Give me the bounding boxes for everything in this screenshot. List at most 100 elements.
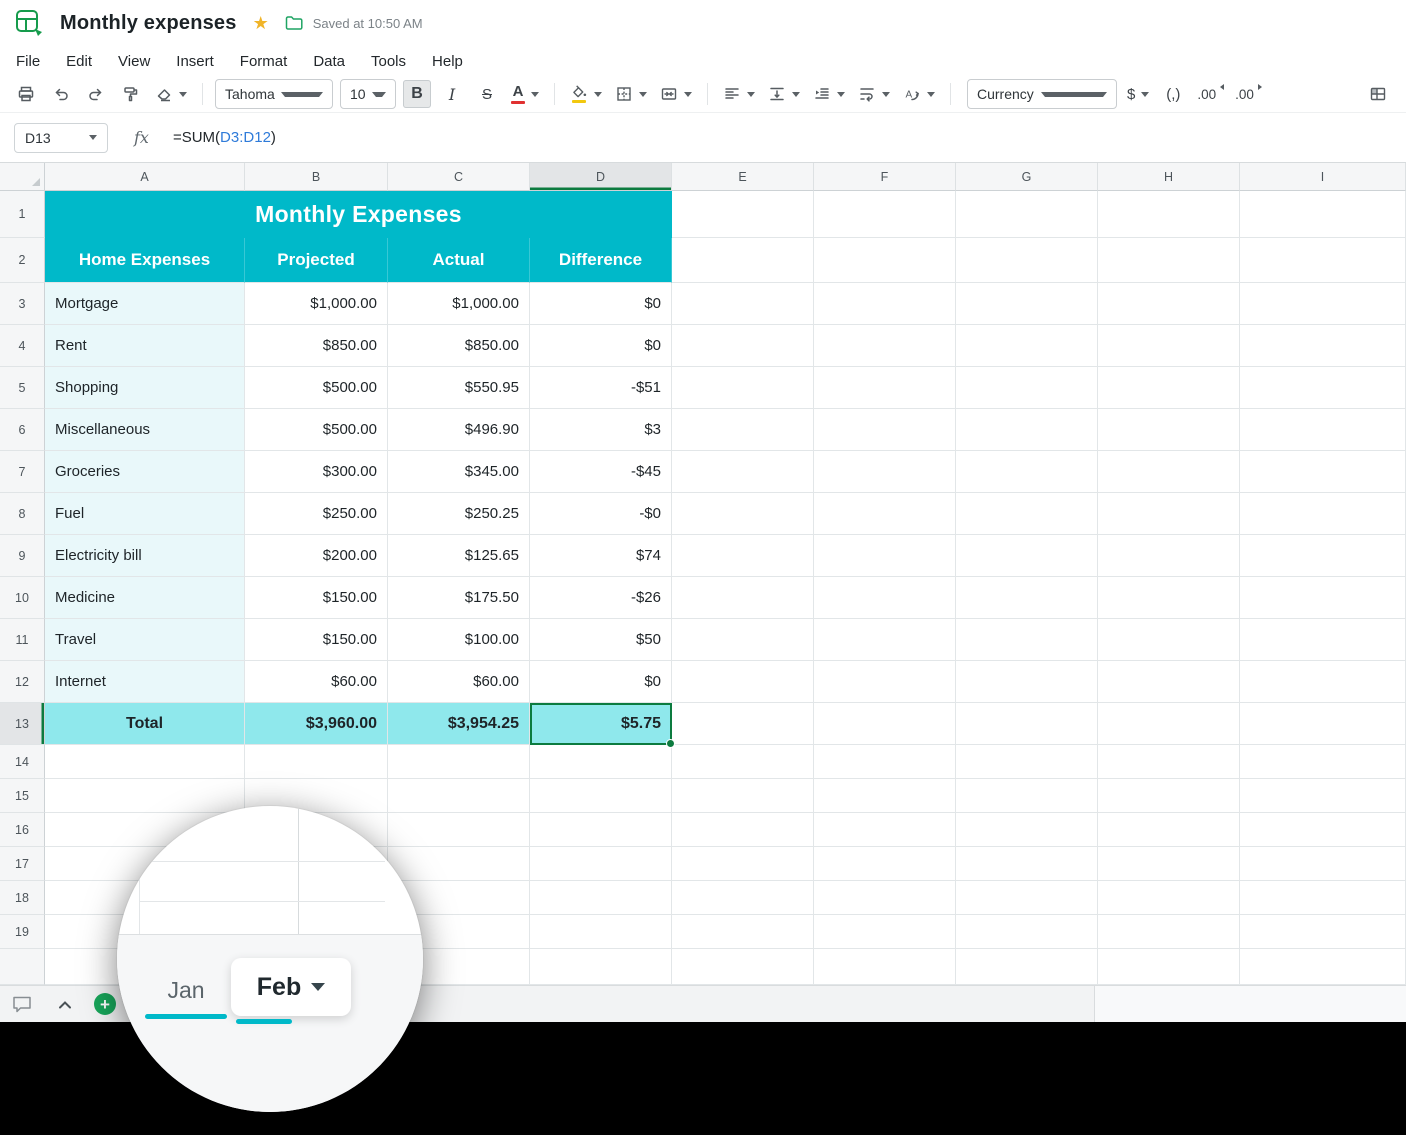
cell-I15[interactable] bbox=[1240, 779, 1406, 813]
cell-C16[interactable] bbox=[388, 813, 530, 847]
cell-G3[interactable] bbox=[956, 283, 1098, 325]
cell-B4[interactable]: $850.00 bbox=[245, 325, 388, 367]
cell-I9[interactable] bbox=[1240, 535, 1406, 577]
cell-E13[interactable] bbox=[672, 703, 814, 745]
cell-H19[interactable] bbox=[1098, 915, 1240, 949]
cell-C5[interactable]: $550.95 bbox=[388, 367, 530, 409]
row-header-17[interactable]: 17 bbox=[0, 847, 45, 881]
row-header-8[interactable]: 8 bbox=[0, 493, 45, 535]
cell-G5[interactable] bbox=[956, 367, 1098, 409]
cell-G20[interactable] bbox=[956, 949, 1098, 985]
horizontal-scrollbar[interactable] bbox=[1094, 986, 1406, 1022]
cell-G16[interactable] bbox=[956, 813, 1098, 847]
col-header-D[interactable]: D bbox=[530, 163, 672, 191]
cell-C3[interactable]: $1,000.00 bbox=[388, 283, 530, 325]
cell-I14[interactable] bbox=[1240, 745, 1406, 779]
cell-D4[interactable]: $0 bbox=[530, 325, 672, 367]
cell-D5[interactable]: -$51 bbox=[530, 367, 672, 409]
cell-F3[interactable] bbox=[814, 283, 956, 325]
cell-F10[interactable] bbox=[814, 577, 956, 619]
cell-E17[interactable] bbox=[672, 847, 814, 881]
cell-G17[interactable] bbox=[956, 847, 1098, 881]
cell-A13[interactable]: Total bbox=[45, 703, 245, 745]
cell-F4[interactable] bbox=[814, 325, 956, 367]
cell-D9[interactable]: $74 bbox=[530, 535, 672, 577]
cell-E19[interactable] bbox=[672, 915, 814, 949]
cell-I11[interactable] bbox=[1240, 619, 1406, 661]
row-header-3[interactable]: 3 bbox=[0, 283, 45, 325]
row-header-19[interactable]: 19 bbox=[0, 915, 45, 949]
cell-C13[interactable]: $3,954.25 bbox=[388, 703, 530, 745]
cell-F9[interactable] bbox=[814, 535, 956, 577]
cell-F5[interactable] bbox=[814, 367, 956, 409]
cell-B3[interactable]: $1,000.00 bbox=[245, 283, 388, 325]
cell-H18[interactable] bbox=[1098, 881, 1240, 915]
cell-C6[interactable]: $496.90 bbox=[388, 409, 530, 451]
cell-D10[interactable]: -$26 bbox=[530, 577, 672, 619]
cell-F7[interactable] bbox=[814, 451, 956, 493]
cell-B2[interactable]: Projected bbox=[245, 238, 388, 283]
cell-H1[interactable] bbox=[1098, 191, 1240, 238]
cell-C12[interactable]: $60.00 bbox=[388, 661, 530, 703]
row-header-10[interactable]: 10 bbox=[0, 577, 45, 619]
cell-D2[interactable]: Difference bbox=[530, 238, 672, 283]
cell-I3[interactable] bbox=[1240, 283, 1406, 325]
select-all-corner[interactable] bbox=[0, 163, 45, 191]
col-header-G[interactable]: G bbox=[956, 163, 1098, 191]
merged-title-cell[interactable]: Monthly Expenses bbox=[45, 191, 672, 238]
cell-G6[interactable] bbox=[956, 409, 1098, 451]
cell-H10[interactable] bbox=[1098, 577, 1240, 619]
cell-F20[interactable] bbox=[814, 949, 956, 985]
cell-D11[interactable]: $50 bbox=[530, 619, 672, 661]
cell-H11[interactable] bbox=[1098, 619, 1240, 661]
cell-C4[interactable]: $850.00 bbox=[388, 325, 530, 367]
cell-E16[interactable] bbox=[672, 813, 814, 847]
cell-F16[interactable] bbox=[814, 813, 956, 847]
cell-D14[interactable] bbox=[530, 745, 672, 779]
collapse-tabbar-icon[interactable] bbox=[58, 1000, 72, 1009]
cell-H4[interactable] bbox=[1098, 325, 1240, 367]
cell-F17[interactable] bbox=[814, 847, 956, 881]
cell-C9[interactable]: $125.65 bbox=[388, 535, 530, 577]
cell-E8[interactable] bbox=[672, 493, 814, 535]
cell-A10[interactable]: Medicine bbox=[45, 577, 245, 619]
sheet-tab-feb[interactable]: Feb bbox=[231, 958, 351, 1016]
cell-G9[interactable] bbox=[956, 535, 1098, 577]
cell-E14[interactable] bbox=[672, 745, 814, 779]
cell-E2[interactable] bbox=[672, 238, 814, 283]
cell-A14[interactable] bbox=[45, 745, 245, 779]
cell-G1[interactable] bbox=[956, 191, 1098, 238]
cell-F8[interactable] bbox=[814, 493, 956, 535]
cell-E4[interactable] bbox=[672, 325, 814, 367]
cell-A8[interactable]: Fuel bbox=[45, 493, 245, 535]
cell-C11[interactable]: $100.00 bbox=[388, 619, 530, 661]
cell-E12[interactable] bbox=[672, 661, 814, 703]
sheet-tab-menu-icon[interactable] bbox=[311, 983, 325, 991]
sheet-tab-jan[interactable]: Jan bbox=[143, 961, 229, 1019]
cell-F2[interactable] bbox=[814, 238, 956, 283]
col-header-A[interactable]: A bbox=[45, 163, 245, 191]
cell-G18[interactable] bbox=[956, 881, 1098, 915]
cell-A4[interactable]: Rent bbox=[45, 325, 245, 367]
row-header-20[interactable] bbox=[0, 949, 45, 985]
cell-A11[interactable]: Travel bbox=[45, 619, 245, 661]
cell-B7[interactable]: $300.00 bbox=[245, 451, 388, 493]
cell-E11[interactable] bbox=[672, 619, 814, 661]
cell-I5[interactable] bbox=[1240, 367, 1406, 409]
col-header-B[interactable]: B bbox=[245, 163, 388, 191]
cell-F18[interactable] bbox=[814, 881, 956, 915]
cell-D8[interactable]: -$0 bbox=[530, 493, 672, 535]
add-sheet-button[interactable]: + bbox=[94, 993, 116, 1015]
row-header-18[interactable]: 18 bbox=[0, 881, 45, 915]
cell-E7[interactable] bbox=[672, 451, 814, 493]
cell-H3[interactable] bbox=[1098, 283, 1240, 325]
cell-H20[interactable] bbox=[1098, 949, 1240, 985]
cell-G4[interactable] bbox=[956, 325, 1098, 367]
cell-G12[interactable] bbox=[956, 661, 1098, 703]
row-header-14[interactable]: 14 bbox=[0, 745, 45, 779]
cell-A12[interactable]: Internet bbox=[45, 661, 245, 703]
cell-G15[interactable] bbox=[956, 779, 1098, 813]
row-header-13[interactable]: 13 bbox=[0, 703, 45, 745]
row-header-12[interactable]: 12 bbox=[0, 661, 45, 703]
cell-I17[interactable] bbox=[1240, 847, 1406, 881]
